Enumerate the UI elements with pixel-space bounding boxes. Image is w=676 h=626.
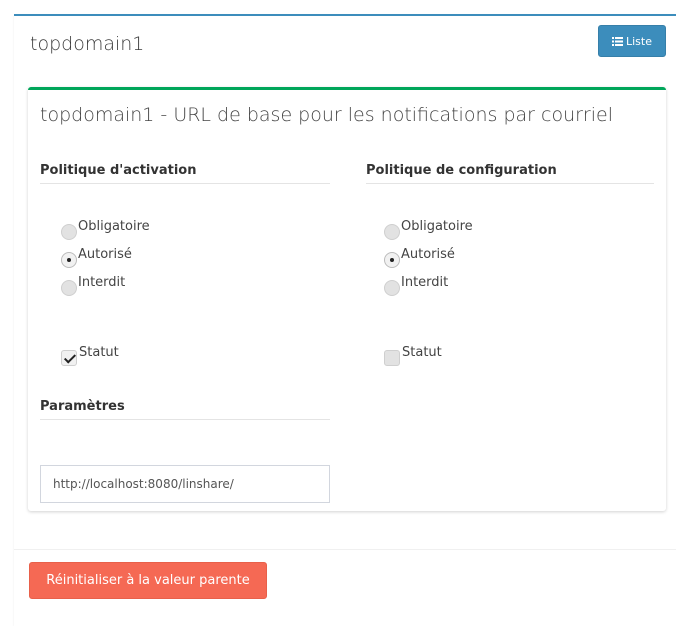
radio-label: Autorisé (401, 247, 455, 262)
list-button[interactable]: Liste (598, 25, 666, 57)
configuration-radio-forbidden[interactable]: Interdit (384, 275, 448, 296)
list-button-label: Liste (626, 34, 652, 48)
configuration-status-checkbox[interactable]: Statut (384, 345, 442, 366)
page-title: topdomain1 (30, 33, 145, 55)
configuration-policy-heading: Politique de configuration (366, 163, 654, 184)
radio-button[interactable] (384, 280, 400, 296)
checkbox-label: Statut (402, 345, 442, 360)
url-input[interactable] (40, 465, 330, 503)
radio-label: Interdit (401, 275, 449, 290)
radio-button-selected[interactable] (61, 252, 77, 268)
radio-label: Interdit (78, 275, 126, 290)
radio-button[interactable] (384, 224, 400, 240)
checkbox-unchecked[interactable] (384, 350, 400, 366)
list-icon (612, 36, 623, 46)
checkbox-checked[interactable] (61, 350, 77, 366)
panel-title: topdomain1 - URL de base pour les notifi… (40, 104, 613, 126)
activation-policy-heading: Politique d'activation (40, 163, 330, 184)
radio-label: Obligatoire (401, 219, 473, 234)
activation-radio-mandatory[interactable]: Obligatoire (61, 219, 150, 240)
radio-button[interactable] (61, 280, 77, 296)
radio-label: Obligatoire (78, 219, 150, 234)
activation-radio-forbidden[interactable]: Interdit (61, 275, 125, 296)
checkbox-label: Statut (79, 345, 119, 360)
radio-label: Autorisé (78, 247, 132, 262)
reset-to-parent-button[interactable]: Réinitialiser à la valeur parente (29, 562, 267, 599)
footer-divider (14, 549, 676, 550)
radio-button[interactable] (61, 224, 77, 240)
configuration-radio-mandatory[interactable]: Obligatoire (384, 219, 473, 240)
domain-box: topdomain1 Liste topdomain1 - URL de bas… (14, 14, 676, 626)
radio-button-selected[interactable] (384, 252, 400, 268)
activation-status-checkbox[interactable]: Statut (61, 345, 119, 366)
activation-radio-allowed[interactable]: Autorisé (61, 247, 132, 268)
parameters-heading: Paramètres (40, 399, 330, 420)
functionality-panel: topdomain1 - URL de base pour les notifi… (28, 87, 666, 511)
configuration-radio-allowed[interactable]: Autorisé (384, 247, 455, 268)
